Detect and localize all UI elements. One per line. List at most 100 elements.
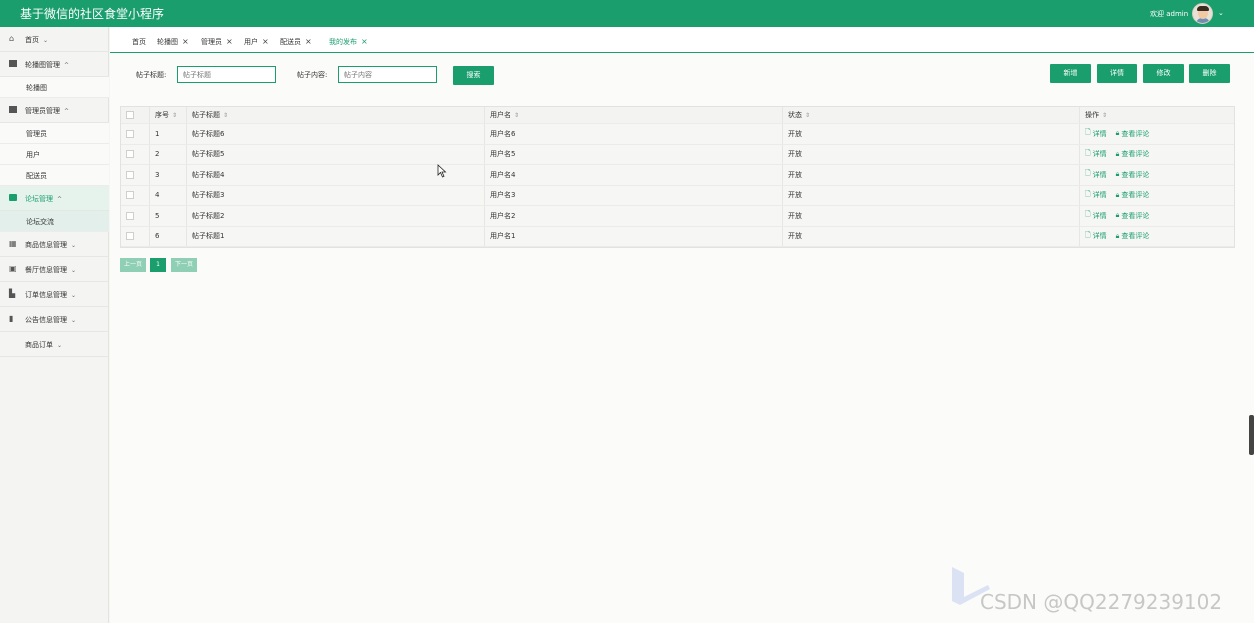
sidebar-subitem-courier[interactable]: 配送员: [0, 165, 109, 186]
user-avatar[interactable]: [1192, 3, 1213, 24]
header-user[interactable]: 用户名 ⇕: [484, 107, 782, 123]
edit-button[interactable]: 修改: [1143, 64, 1184, 83]
sidebar-item-order-management[interactable]: ▙ 订单信息管理 ⌄: [0, 282, 109, 307]
row-actions: 🗋 详情 🔒︎ 查看评论: [1079, 226, 1236, 246]
header-index[interactable]: 序号 ⇕: [149, 107, 186, 123]
row-title: 帖子标题2: [186, 206, 484, 226]
row-user: 用户名3: [484, 185, 782, 205]
tab-courier[interactable]: 配送员 ×: [280, 37, 312, 47]
restaurant-icon: ▣: [9, 264, 17, 273]
row-status: 开放: [782, 185, 1079, 205]
sort-icon: ⇕: [514, 111, 520, 119]
header-actions: 操作 ⇕: [1079, 107, 1236, 123]
document-icon: 🗋: [1085, 210, 1091, 219]
lock-icon: 🔒︎: [1115, 129, 1120, 138]
row-index: 1: [149, 124, 186, 144]
sort-icon: ⇕: [223, 111, 229, 119]
sidebar-item-product-orders[interactable]: 商品订单 ⌄: [0, 332, 109, 357]
sidebar-item-restaurant-management[interactable]: ▣ 餐厅信息管理 ⌄: [0, 257, 109, 282]
row-detail-link[interactable]: 🗋 详情: [1085, 190, 1107, 201]
close-icon[interactable]: ×: [182, 37, 189, 46]
row-detail-link[interactable]: 🗋 详情: [1085, 128, 1107, 139]
row-checkbox[interactable]: [126, 150, 134, 159]
document-icon: 🗋: [1085, 230, 1091, 239]
document-icon: 🗋: [1085, 189, 1091, 198]
row-comments-link[interactable]: 🔒︎ 查看评论: [1116, 170, 1150, 180]
document-icon: 🗋: [1085, 128, 1091, 137]
select-all-checkbox[interactable]: [126, 111, 134, 119]
row-checkbox[interactable]: [126, 232, 134, 241]
row-user: 用户名2: [484, 206, 782, 226]
sidebar-item-admin-management[interactable]: 管理员管理 ^: [0, 98, 109, 123]
order-icon: ▙: [9, 289, 16, 298]
header-title[interactable]: 帖子标题 ⇕: [186, 107, 484, 123]
row-comments-link[interactable]: 🔒︎ 查看评论: [1116, 211, 1150, 221]
row-user: 用户名1: [484, 226, 782, 246]
tab-carousel[interactable]: 轮播图 ×: [157, 37, 189, 47]
add-button[interactable]: 新增: [1050, 64, 1091, 83]
grid-icon: ▦: [9, 239, 17, 248]
row-comments-link[interactable]: 🔒︎ 查看评论: [1116, 129, 1150, 139]
mouse-cursor-icon: [437, 164, 447, 178]
tab-user[interactable]: 用户 ×: [244, 37, 269, 47]
close-icon[interactable]: ×: [305, 37, 312, 46]
row-checkbox[interactable]: [126, 211, 134, 220]
row-comments-link[interactable]: 🔒︎ 查看评论: [1116, 149, 1150, 159]
table-row: 6 帖子标题1 用户名1 开放 🗋 详情 🔒︎ 查看评论: [121, 226, 1236, 247]
row-title: 帖子标题3: [186, 185, 484, 205]
row-index: 2: [149, 144, 186, 164]
close-icon[interactable]: ×: [262, 37, 269, 46]
row-comments-link[interactable]: 🔒︎ 查看评论: [1116, 190, 1150, 200]
close-icon[interactable]: ×: [361, 37, 368, 46]
row-detail-link[interactable]: 🗋 详情: [1085, 169, 1107, 180]
row-detail-link[interactable]: 🗋 详情: [1085, 231, 1107, 242]
page-1-button[interactable]: 1: [150, 258, 166, 272]
close-icon[interactable]: ×: [226, 37, 233, 46]
sidebar-item-forum-management[interactable]: 论坛管理 ^: [0, 186, 109, 211]
sidebar-item-notice-management[interactable]: ▮ 公告信息管理 ⌄: [0, 307, 109, 332]
lock-icon: 🔒︎: [1115, 231, 1120, 240]
detail-button[interactable]: 详情: [1097, 64, 1137, 83]
row-checkbox[interactable]: [126, 191, 134, 200]
sidebar: ⌂ 首页 ⌄ 轮播图管理 ^ 轮播图 管理员管理 ^ 管理员 用户 配送员 论坛管理 ^…: [0, 27, 109, 623]
sidebar-subitem-user[interactable]: 用户: [0, 144, 109, 165]
row-index: 6: [149, 226, 186, 246]
row-actions: 🗋 详情 🔒︎ 查看评论: [1079, 124, 1236, 144]
posts-table: 序号 ⇕ 帖子标题 ⇕ 用户名 ⇕ 状态 ⇕ 操作 ⇕ 1 帖子标题6 用户名6 开放 🗋 详情 🔒︎…: [120, 106, 1235, 248]
header-status[interactable]: 状态 ⇕: [782, 107, 1079, 123]
tab-my-posts[interactable]: 我的发布 ×: [329, 37, 368, 47]
table-row: 3 帖子标题4 用户名4 开放 🗋 详情 🔒︎ 查看评论: [121, 165, 1234, 186]
row-actions: 🗋 详情 🔒︎ 查看评论: [1079, 185, 1236, 205]
sort-icon: ⇕: [1102, 111, 1108, 119]
prev-page-button[interactable]: 上一页: [120, 258, 146, 272]
sidebar-subitem-forum[interactable]: 论坛交流: [0, 211, 109, 232]
row-comments-link[interactable]: 🔒︎ 查看评论: [1116, 231, 1150, 241]
table-row: 4 帖子标题3 用户名3 开放 🗋 详情 🔒︎ 查看评论: [121, 185, 1236, 206]
home-icon: ⌂: [9, 34, 15, 43]
sidebar-subitem-admin[interactable]: 管理员: [0, 123, 109, 144]
row-title: 帖子标题1: [186, 226, 484, 246]
welcome-text: 欢迎 admin: [1150, 10, 1189, 18]
user-menu-chevron-icon[interactable]: ⌄: [1218, 9, 1224, 17]
sidebar-item-home[interactable]: ⌂ 首页 ⌄: [0, 27, 109, 52]
scrollbar[interactable]: [1249, 415, 1254, 455]
post-title-input[interactable]: [177, 66, 276, 83]
tab-home[interactable]: 首页: [132, 37, 146, 47]
delete-button[interactable]: 删除: [1189, 64, 1230, 83]
row-detail-link[interactable]: 🗋 详情: [1085, 149, 1107, 160]
sidebar-subitem-carousel[interactable]: 轮播图: [0, 77, 109, 98]
lock-icon: 🔒︎: [1115, 170, 1120, 179]
sidebar-item-carousel-management[interactable]: 轮播图管理 ^: [0, 52, 109, 77]
table-header: 序号 ⇕ 帖子标题 ⇕ 用户名 ⇕ 状态 ⇕ 操作 ⇕: [121, 107, 1234, 124]
row-index: 3: [149, 165, 186, 185]
search-button[interactable]: 搜索: [453, 66, 494, 85]
row-checkbox[interactable]: [126, 129, 134, 138]
watermark-text: CSDN @QQ2279239102: [980, 590, 1223, 614]
row-checkbox[interactable]: [126, 170, 134, 179]
row-detail-link[interactable]: 🗋 详情: [1085, 210, 1107, 221]
post-content-input[interactable]: [338, 66, 437, 83]
tab-admin[interactable]: 管理员 ×: [201, 37, 233, 47]
next-page-button[interactable]: 下一页: [171, 258, 197, 272]
sidebar-item-product-management[interactable]: ▦ 商品信息管理 ⌄: [0, 232, 109, 257]
row-index: 5: [149, 206, 186, 226]
